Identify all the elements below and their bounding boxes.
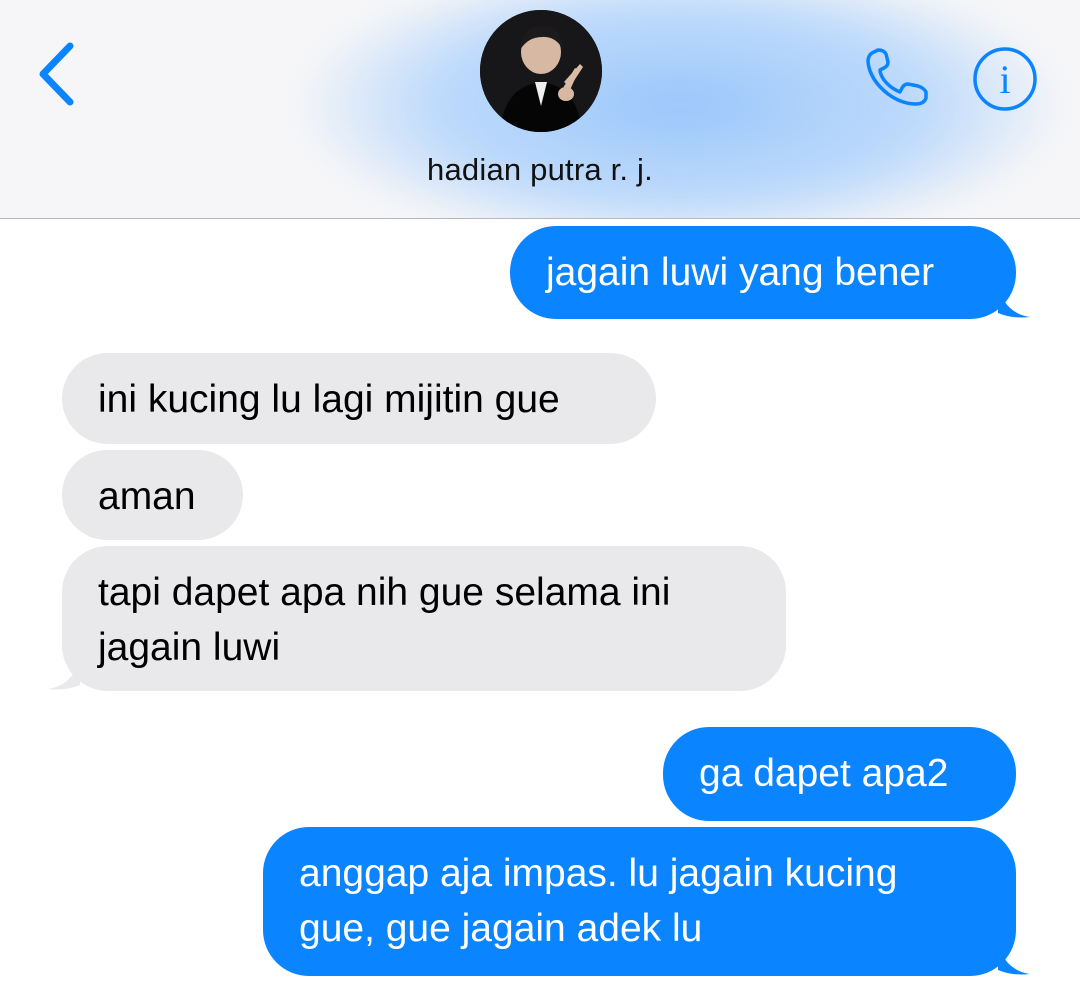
contact-name[interactable]: hadian putra r. j. [0, 152, 1080, 188]
message-bubble-received[interactable]: aman [62, 450, 243, 540]
bubble-tail [998, 285, 1030, 318]
phone-icon [866, 48, 928, 106]
message-text: jagain luwi yang bener [546, 251, 935, 294]
bubble-tail [48, 657, 80, 690]
message-text: ga dapet apa2 [699, 752, 949, 795]
message-bubble-sent[interactable]: ga dapet apa2 [663, 727, 1016, 821]
message-bubble-sent[interactable]: jagain luwi yang bener [510, 226, 1030, 319]
message-text: tapi dapet apa nih gue selama ini jagain… [98, 571, 671, 669]
message-bubble-received[interactable]: ini kucing lu lagi mijitin gue [62, 353, 656, 444]
call-button[interactable] [862, 46, 932, 110]
message-text: anggap aja impas. lu jagain kucing gue, … [299, 852, 898, 950]
back-button[interactable] [30, 38, 90, 110]
contact-photo [480, 10, 602, 132]
message-bubble-sent[interactable]: anggap aja impas. lu jagain kucing gue, … [263, 827, 1030, 976]
conversation-header: hadian putra r. j. i [0, 0, 1080, 219]
message-text: aman [98, 475, 196, 518]
info-button[interactable]: i [972, 46, 1038, 112]
info-icon: i [973, 47, 1037, 111]
contact-avatar[interactable] [480, 10, 602, 132]
message-text: ini kucing lu lagi mijitin gue [98, 378, 560, 421]
chevron-left-icon [39, 42, 74, 106]
svg-text:i: i [999, 57, 1010, 102]
bubble-tail [998, 942, 1030, 975]
message-bubble-received[interactable]: tapi dapet apa nih gue selama ini jagain… [48, 546, 786, 691]
